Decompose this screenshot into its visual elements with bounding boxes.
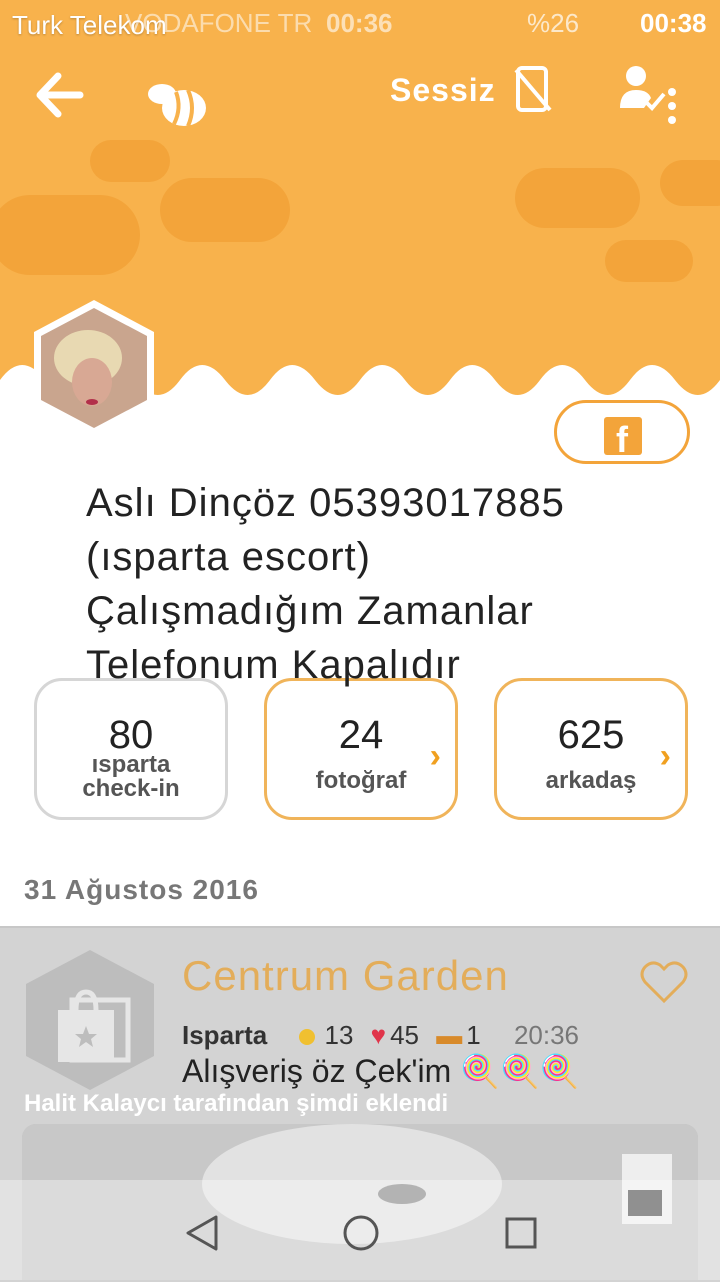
cloud-decoration [0,195,140,275]
mute-label[interactable]: Sessiz [390,72,496,109]
added-by-label: Halit Kalaycı tarafından şimdi eklendi [24,1090,449,1117]
coin-icon [298,1029,315,1046]
coin-count: 13 [324,1020,354,1050]
chevron-right-icon: › [659,737,671,775]
checkin-city: Isparta [182,1020,268,1050]
friend-status-button[interactable] [618,64,668,114]
cloud-decoration [160,178,290,242]
checkin-time: 20:36 [513,1020,580,1050]
cloud-decoration [660,160,720,206]
swarm-bee-icon [148,84,206,127]
back-arrow-icon [36,72,84,118]
facebook-icon: f [604,417,642,460]
cloud-decoration [605,240,693,282]
mute-button[interactable] [514,66,552,114]
profile-name: Aslı Dinçöz 05393017885 (ısparta escort)… [86,481,565,687]
cloud-decoration [515,168,640,228]
photos-count: 24 [338,713,384,757]
checkin-caption: Alışveriş öz Çek'im 🍭🍭🍭 [182,1053,580,1089]
cloud-decoration [90,140,170,182]
comment-count: 1 [466,1020,481,1050]
photos-stat[interactable]: 24 fotoğraf › [264,678,458,820]
comment-icon: ▬ [436,1020,463,1050]
status-bar: Turk Telekom VODAFONE TR 00:36 %26 00:38 [0,0,720,50]
back-button[interactable] [34,70,84,120]
more-menu-button[interactable] [666,88,678,124]
photos-label: fotoğraf [315,767,407,794]
friends-stat[interactable]: 625 arkadaş › [494,678,688,820]
feed-date: 31 Ağustos 2016 [24,874,259,905]
friends-count: 625 [557,713,625,757]
phone-mute-icon [514,66,552,112]
checkin-meta: Isparta 13 ♥ 45 ▬ 1 20:36 [182,1020,589,1051]
venue-name[interactable]: Centrum Garden [182,952,509,1000]
user-check-icon [620,66,666,111]
home-circle-icon[interactable] [342,1214,380,1252]
carrier2-label: VODAFONE TR [125,8,313,38]
like-heart-icon: ♥ [370,1020,387,1050]
checkins-label: ısparta check-in [82,751,180,802]
status-time-left: 00:36 [326,8,393,38]
back-triangle-icon[interactable] [184,1214,220,1252]
like-count: 45 [390,1020,420,1050]
more-vert-icon [668,88,676,124]
shopping-bag-icon [26,950,154,1090]
chevron-right-icon: › [429,737,441,775]
navigation-bar [0,1180,720,1280]
friends-label: arkadaş [545,767,637,794]
recents-square-icon[interactable] [504,1216,538,1250]
battery-label: %26 [527,8,580,38]
checkins-stat[interactable]: 80 ısparta check-in [34,678,228,820]
status-time: 00:38 [640,8,707,38]
facebook-button[interactable]: f [554,400,690,464]
swarm-button[interactable] [144,74,210,130]
heart-outline-icon[interactable] [640,960,688,1004]
avatar[interactable] [28,298,160,438]
